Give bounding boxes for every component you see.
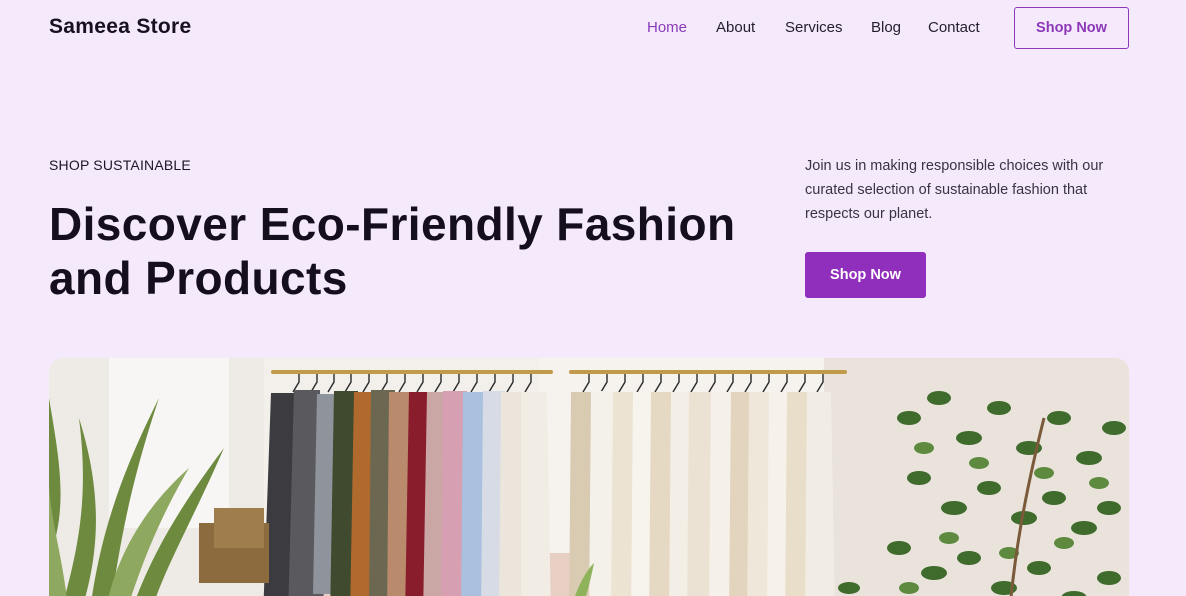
nav-link-contact[interactable]: Contact [928,19,980,36]
site-header: Sameea Store Home About Services Blog Co… [0,0,1186,58]
hero-shop-now-button[interactable]: Shop Now [805,252,926,298]
hero-image [49,358,1129,596]
hero-headline: Discover Eco-Friendly Fashion and Produc… [49,198,736,304]
nav-link-about[interactable]: About [716,19,755,36]
nav-link-blog[interactable]: Blog [871,19,901,36]
main-nav: Home About Services Blog Contact [0,19,1186,39]
nav-link-home[interactable]: Home [647,19,687,36]
header-shop-now-button[interactable]: Shop Now [1014,7,1129,49]
hero-eyebrow: SHOP SUSTAINABLE [49,157,191,173]
hero-description: Join us in making responsible choices wi… [805,158,1104,222]
nav-link-services[interactable]: Services [785,19,843,36]
